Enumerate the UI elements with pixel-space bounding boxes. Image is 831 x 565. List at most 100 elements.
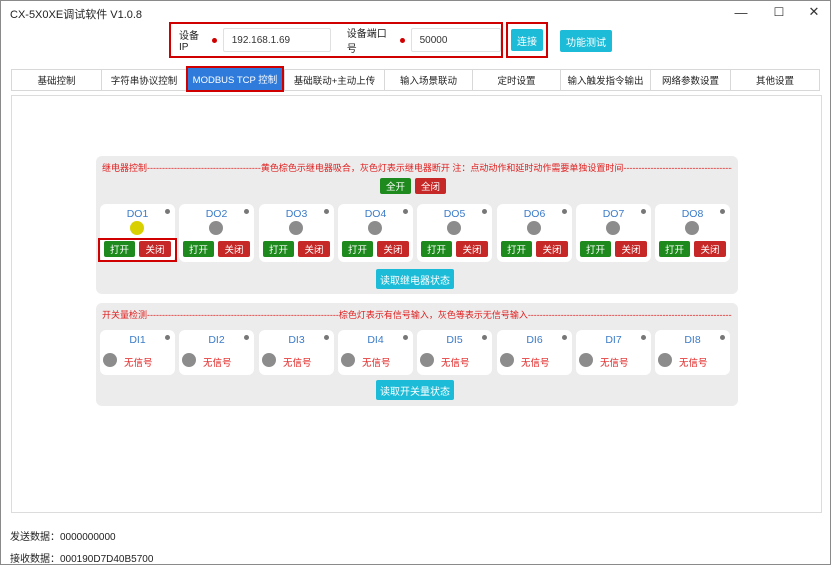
relay-close-button[interactable]: 关闭 bbox=[218, 241, 250, 257]
do1-buttons-highlight bbox=[98, 238, 177, 262]
relay-name: DO1 bbox=[126, 208, 149, 220]
relay-open-button[interactable]: 打开 bbox=[659, 241, 690, 257]
input-card: DI8 无信号 bbox=[655, 330, 730, 375]
status-dot-icon bbox=[165, 209, 170, 214]
title-bar: CX-5X0XE调试软件 V1.0.8 — ☐ ✕ bbox=[1, 1, 830, 23]
relay-open-button[interactable]: 打开 bbox=[342, 241, 373, 257]
connect-button[interactable]: 连接 bbox=[511, 29, 543, 51]
input-name: DI2 bbox=[208, 334, 225, 346]
relay-open-button[interactable]: 打开 bbox=[263, 241, 294, 257]
tab-modbus-tcp[interactable]: MODBUS TCP 控制 bbox=[188, 68, 282, 90]
relay-card: DO8 打开 关闭 bbox=[655, 204, 730, 262]
window-title: CX-5X0XE调试软件 V1.0.8 bbox=[10, 9, 143, 21]
send-data-line: 发送数据：0000000000 bbox=[10, 528, 116, 543]
app-window: CX-5X0XE调试软件 V1.0.8 — ☐ ✕ 设备IP 192.168.1… bbox=[0, 0, 831, 565]
port-input[interactable]: 50000 bbox=[410, 28, 501, 52]
receive-data-value: 000190D7D40B5700 bbox=[60, 554, 154, 565]
relay-close-button[interactable]: 关闭 bbox=[298, 241, 330, 257]
input-name: DI5 bbox=[446, 334, 463, 346]
ip-label-text: 设备IP bbox=[179, 31, 199, 53]
input-name: DI7 bbox=[605, 334, 622, 346]
relay-open-button[interactable]: 打开 bbox=[183, 241, 214, 257]
input-lamp-icon bbox=[182, 353, 196, 367]
status-dot-icon bbox=[324, 209, 329, 214]
tab-basic-control[interactable]: 基础控制 bbox=[11, 69, 101, 91]
maximize-icon[interactable]: ☐ bbox=[761, 1, 797, 23]
send-data-value: 0000000000 bbox=[60, 532, 116, 543]
relay-close-button[interactable]: 关闭 bbox=[536, 241, 568, 257]
required-dot-icon bbox=[399, 37, 405, 43]
all-on-button[interactable]: 全开 bbox=[380, 178, 411, 194]
close-icon[interactable]: ✕ bbox=[796, 1, 831, 23]
port-label-text: 设备端口号 bbox=[346, 29, 387, 55]
input-card: DI4 无信号 bbox=[338, 330, 413, 375]
input-card: DI3 无信号 bbox=[259, 330, 334, 375]
status-dot-icon bbox=[562, 335, 567, 340]
relay-lamp-icon bbox=[447, 221, 461, 235]
relay-card: DO2 打开 关闭 bbox=[179, 204, 254, 262]
relay-lamp-icon bbox=[289, 221, 303, 235]
relay-name: DO4 bbox=[364, 208, 387, 220]
input-card: DI7 无信号 bbox=[576, 330, 651, 375]
input-name: DI8 bbox=[684, 334, 701, 346]
relay-open-button[interactable]: 打开 bbox=[501, 241, 532, 257]
status-dot-icon bbox=[641, 335, 646, 340]
relay-lamp-icon bbox=[368, 221, 382, 235]
input-lamp-icon bbox=[500, 353, 514, 367]
all-off-button[interactable]: 全闭 bbox=[415, 178, 446, 194]
receive-data-label: 接收数据： bbox=[10, 554, 60, 565]
tab-string-protocol[interactable]: 字符串协议控制 bbox=[101, 69, 186, 91]
status-dot-icon bbox=[482, 209, 487, 214]
relay-name: DO8 bbox=[681, 208, 704, 220]
relay-card: DO5 打开 关闭 bbox=[417, 204, 492, 262]
input-name: DI1 bbox=[129, 334, 146, 346]
status-dot-icon bbox=[641, 209, 646, 214]
relay-lamp-icon bbox=[685, 221, 699, 235]
tab-modbus-highlight: MODBUS TCP 控制 bbox=[186, 66, 284, 92]
status-dot-icon bbox=[403, 335, 408, 340]
status-dot-icon bbox=[720, 209, 725, 214]
input-lamp-icon bbox=[341, 353, 355, 367]
no-signal-label: 无信号 bbox=[600, 358, 629, 369]
minimize-icon[interactable]: — bbox=[723, 1, 759, 23]
tab-bar: 基础控制 字符串协议控制 MODBUS TCP 控制 基础联动+主动上传 输入场… bbox=[11, 66, 822, 92]
input-lamp-icon bbox=[103, 353, 117, 367]
status-dot-icon bbox=[562, 209, 567, 214]
input-lamp-icon bbox=[420, 353, 434, 367]
input-card: DI1 无信号 bbox=[100, 330, 175, 375]
tab-timer[interactable]: 定时设置 bbox=[472, 69, 560, 91]
status-dot-icon bbox=[720, 335, 725, 340]
read-relay-status-button[interactable]: 读取继电器状态 bbox=[376, 269, 454, 289]
connect-highlight: 连接 bbox=[506, 22, 548, 58]
status-dot-icon bbox=[324, 335, 329, 340]
tab-network-settings[interactable]: 网络参数设置 bbox=[650, 69, 730, 91]
tab-input-scene[interactable]: 输入场景联动 bbox=[384, 69, 472, 91]
input-name: DI4 bbox=[367, 334, 384, 346]
read-input-status-button[interactable]: 读取开关量状态 bbox=[376, 380, 454, 400]
relay-close-button[interactable]: 关闭 bbox=[456, 241, 488, 257]
status-dot-icon bbox=[244, 209, 249, 214]
relay-close-button[interactable]: 关闭 bbox=[615, 241, 647, 257]
function-test-button[interactable]: 功能测试 bbox=[560, 30, 612, 52]
no-signal-label: 无信号 bbox=[441, 358, 470, 369]
relay-name: DO2 bbox=[205, 208, 228, 220]
ip-label: 设备IP bbox=[179, 27, 217, 53]
input-card: DI5 无信号 bbox=[417, 330, 492, 375]
receive-data-line: 接收数据：000190D7D40B5700 bbox=[10, 550, 153, 565]
ip-input[interactable]: 192.168.1.69 bbox=[222, 28, 331, 52]
connection-settings: 设备IP 192.168.1.69 设备端口号 50000 bbox=[169, 22, 503, 58]
relay-open-button[interactable]: 打开 bbox=[421, 241, 452, 257]
relay-close-button[interactable]: 关闭 bbox=[377, 241, 409, 257]
tab-linkage-upload[interactable]: 基础联动+主动上传 bbox=[284, 69, 384, 91]
relay-lamp-icon bbox=[209, 221, 223, 235]
no-signal-label: 无信号 bbox=[124, 358, 153, 369]
tab-input-trigger[interactable]: 输入触发指令输出 bbox=[560, 69, 650, 91]
relay-close-button[interactable]: 关闭 bbox=[694, 241, 726, 257]
relay-card: DO3 打开 关闭 bbox=[259, 204, 334, 262]
no-signal-label: 无信号 bbox=[203, 358, 232, 369]
relay-panel-title: 继电器控制-----------------------------------… bbox=[102, 163, 732, 173]
relay-card: DO7 打开 关闭 bbox=[576, 204, 651, 262]
tab-other-settings[interactable]: 其他设置 bbox=[730, 69, 820, 91]
required-dot-icon bbox=[211, 37, 217, 43]
relay-open-button[interactable]: 打开 bbox=[580, 241, 611, 257]
